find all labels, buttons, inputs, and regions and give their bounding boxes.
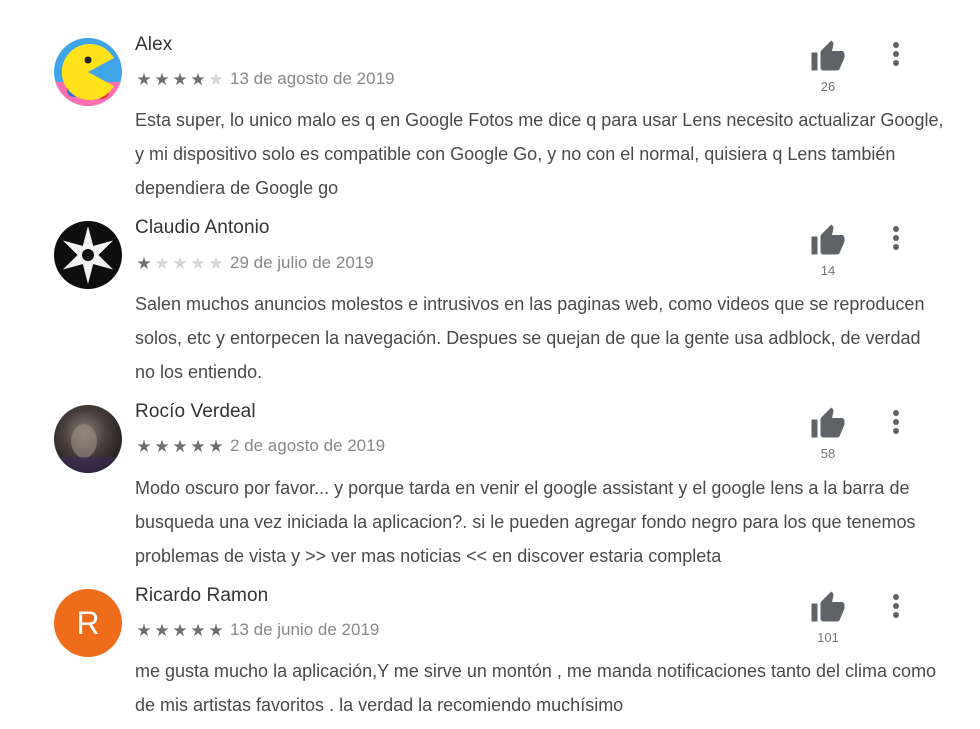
review-rating: ★ ★ ★ ★ ★ 29 de julio de 2019 <box>136 253 374 273</box>
more-vert-icon[interactable] <box>886 592 906 622</box>
thumbs-up-icon[interactable] <box>810 223 846 259</box>
review-rating: ★ ★ ★ ★ ★ 13 de agosto de 2019 <box>136 69 394 89</box>
pacman-avatar-icon[interactable] <box>54 38 122 106</box>
review-author: Rocío Verdeal <box>135 401 256 422</box>
star-filled-icon: ★ <box>172 620 188 640</box>
star-empty-icon: ★ <box>172 253 188 273</box>
like-count: 101 <box>817 630 839 645</box>
review-rating: ★ ★ ★ ★ ★ 13 de junio de 2019 <box>136 620 379 640</box>
letter-avatar-icon[interactable]: R <box>54 589 122 657</box>
star-filled-icon: ★ <box>190 436 206 456</box>
review-date: 13 de agosto de 2019 <box>230 69 395 88</box>
star-filled-icon: ★ <box>208 436 224 456</box>
review-date: 13 de junio de 2019 <box>230 620 380 639</box>
like-count: 58 <box>820 446 836 461</box>
photo-avatar-icon[interactable] <box>54 405 122 473</box>
star-filled-icon: ★ <box>172 69 188 89</box>
review-date: 2 de agosto de 2019 <box>230 436 386 455</box>
thumbs-up-icon[interactable] <box>810 406 846 442</box>
star-filled-icon: ★ <box>154 620 170 640</box>
more-vert-icon[interactable] <box>886 408 906 438</box>
star-filled-icon: ★ <box>136 436 152 456</box>
star-rating: ★ ★ ★ ★ ★ <box>136 71 224 88</box>
review-rating: ★ ★ ★ ★ ★ 2 de agosto de 2019 <box>136 436 385 456</box>
star-filled-icon: ★ <box>190 69 206 89</box>
star-empty-icon: ★ <box>190 253 206 273</box>
thumbs-up-icon[interactable] <box>810 590 846 626</box>
star-filled-icon: ★ <box>136 69 152 89</box>
avatar-letter: R <box>76 605 99 641</box>
shuriken-avatar-icon[interactable] <box>54 221 122 289</box>
star-rating: ★ ★ ★ ★ ★ <box>136 438 224 455</box>
star-empty-icon: ★ <box>208 253 224 273</box>
star-rating: ★ ★ ★ ★ ★ <box>136 255 224 272</box>
review-text: Salen muchos anuncios molestos e intrusi… <box>135 294 925 382</box>
star-filled-icon: ★ <box>172 436 188 456</box>
thumbs-up-icon[interactable] <box>810 39 846 75</box>
review-author: Claudio Antonio <box>135 217 270 238</box>
review-text: Modo oscuro por favor... y porque tarda … <box>135 478 916 566</box>
star-filled-icon: ★ <box>154 69 170 89</box>
star-filled-icon: ★ <box>190 620 206 640</box>
star-empty-icon: ★ <box>208 69 224 89</box>
more-vert-icon[interactable] <box>886 40 906 70</box>
star-filled-icon: ★ <box>208 620 224 640</box>
star-filled-icon: ★ <box>136 620 152 640</box>
star-filled-icon: ★ <box>136 253 152 273</box>
star-filled-icon: ★ <box>154 436 170 456</box>
review-author: Alex <box>135 34 173 55</box>
like-count: 26 <box>820 79 836 94</box>
more-vert-icon[interactable] <box>886 224 906 254</box>
review-date: 29 de julio de 2019 <box>230 253 374 272</box>
review-text: me gusta mucho la aplicación,Y me sirve … <box>135 661 937 715</box>
star-rating: ★ ★ ★ ★ ★ <box>136 622 224 639</box>
star-empty-icon: ★ <box>154 253 170 273</box>
review-author: Ricardo Ramon <box>135 585 269 606</box>
review-text: Esta super, lo unico malo es q en Google… <box>135 110 944 198</box>
like-count: 14 <box>820 263 836 278</box>
